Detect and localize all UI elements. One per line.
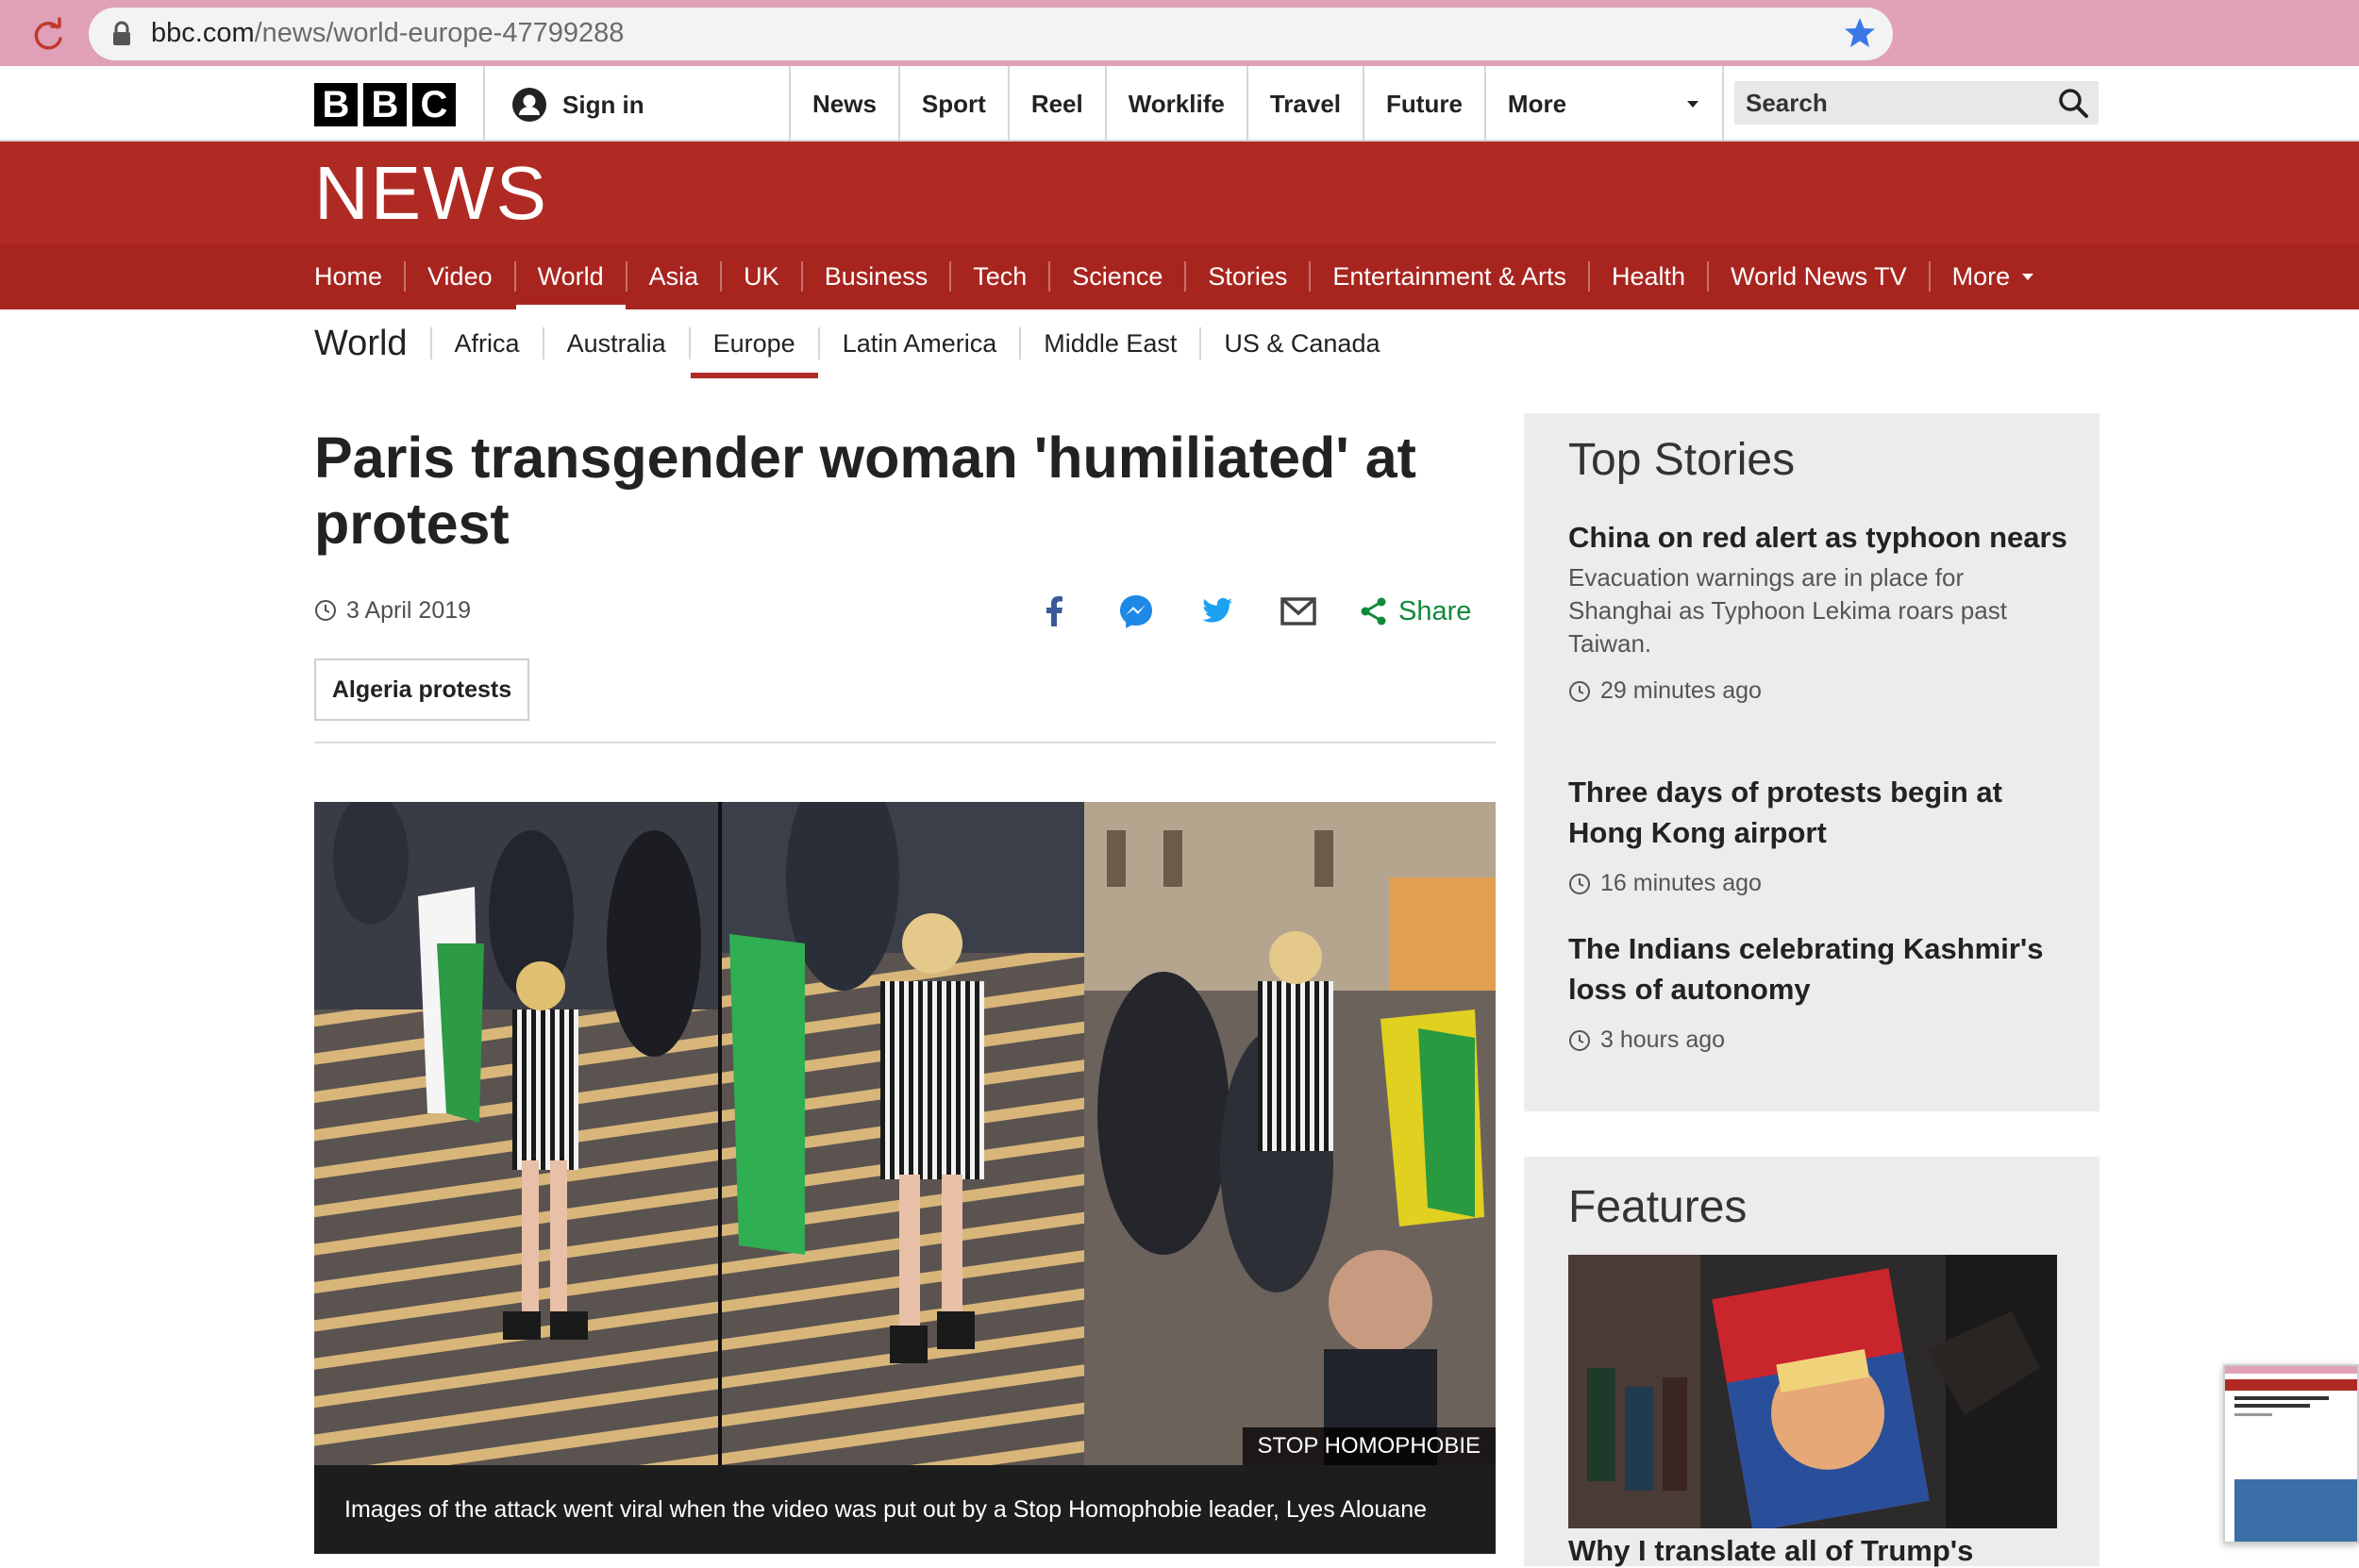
- date-text: 3 April 2019: [346, 596, 472, 624]
- news-nav-business[interactable]: Business: [800, 261, 950, 292]
- news-nav-stories[interactable]: Stories: [1184, 261, 1309, 292]
- subnav-latin-america[interactable]: Latin America: [817, 327, 1020, 359]
- top-story-item[interactable]: The Indians celebrating Kashmir's loss o…: [1568, 928, 2068, 1054]
- url-text[interactable]: bbc.com/news/world-europe-47799288: [151, 11, 624, 55]
- news-nav-more[interactable]: More: [1928, 261, 2059, 292]
- clock-icon: [315, 600, 336, 621]
- news-nav-uk[interactable]: UK: [720, 261, 801, 292]
- image-caption: Images of the attack went viral when the…: [314, 1465, 1496, 1554]
- bookmark-star-icon[interactable]: [1842, 15, 1878, 51]
- global-nav-sport[interactable]: Sport: [897, 66, 1008, 142]
- sign-in-label: Sign in: [562, 90, 644, 119]
- caret-down-icon: [1686, 101, 1698, 108]
- global-nav-future[interactable]: Future: [1363, 66, 1484, 142]
- clock-icon: [1569, 1029, 1590, 1051]
- global-nav-more-label: More: [1507, 89, 1567, 118]
- top-story-title[interactable]: The Indians celebrating Kashmir's loss o…: [1568, 928, 2068, 1009]
- share-tools: Share: [1034, 591, 1471, 632]
- news-nav-video[interactable]: Video: [404, 261, 514, 292]
- top-story-time: 29 minutes ago: [1568, 677, 2068, 705]
- share-label: Share: [1398, 595, 1472, 626]
- bbc-logo-letter: B: [363, 83, 407, 126]
- news-nav-asia[interactable]: Asia: [625, 261, 721, 292]
- top-story-summary: Evacuation warnings are in place for Sha…: [1568, 563, 2007, 658]
- clock-icon: [1569, 873, 1590, 894]
- divider: [483, 66, 485, 142]
- news-nav: Home Video World Asia UK Business Tech S…: [314, 243, 2059, 310]
- top-story-time: 16 minutes ago: [1568, 870, 2068, 897]
- top-story-item[interactable]: China on red alert as typhoon nears Evac…: [1568, 517, 2068, 705]
- time-text: 16 minutes ago: [1600, 870, 1762, 896]
- top-stories-panel: Top Stories China on red alert as typhoo…: [1524, 413, 2100, 1111]
- clock-icon: [1569, 680, 1590, 702]
- messenger-icon[interactable]: [1115, 591, 1157, 632]
- news-nav-tech[interactable]: Tech: [949, 261, 1048, 292]
- share-icon: [1361, 597, 1386, 626]
- page-thumbnail-image: [2225, 1366, 2357, 1542]
- protest-collage-image: [314, 802, 1496, 1465]
- section-subnav: World Africa Australia Europe Latin Amer…: [314, 317, 1402, 378]
- divider: [314, 742, 1496, 743]
- url-domain: bbc.com: [151, 18, 255, 48]
- share-button[interactable]: Share: [1359, 596, 1471, 627]
- news-nav-science[interactable]: Science: [1048, 261, 1184, 292]
- search-input[interactable]: Search: [1734, 81, 2099, 125]
- section-title[interactable]: World: [314, 324, 430, 364]
- top-story-item[interactable]: Three days of protests begin at Hong Kon…: [1568, 772, 2068, 897]
- news-nav-health[interactable]: Health: [1588, 261, 1707, 292]
- article-photo: STOP HOMOPHOBIE: [314, 802, 1496, 1465]
- news-nav-entertainment[interactable]: Entertainment & Arts: [1309, 261, 1588, 292]
- magazine-photo-image: [1568, 1255, 2057, 1528]
- top-story-title[interactable]: China on red alert as typhoon nears: [1568, 517, 2068, 558]
- topic-tag-button[interactable]: Algeria protests: [314, 659, 529, 721]
- reload-icon[interactable]: [26, 13, 70, 57]
- feature-image[interactable]: [1568, 1255, 2057, 1528]
- news-nav-home[interactable]: Home: [314, 261, 404, 292]
- time-text: 3 hours ago: [1600, 1026, 1726, 1053]
- subnav-middle-east[interactable]: Middle East: [1019, 327, 1199, 359]
- subnav-us-canada[interactable]: US & Canada: [1199, 327, 1402, 359]
- bbc-logo[interactable]: B B C: [314, 83, 456, 126]
- floating-screenshot-thumbnail[interactable]: [2223, 1364, 2359, 1543]
- top-story-title[interactable]: Three days of protests begin at Hong Kon…: [1568, 772, 2068, 853]
- search-icon[interactable]: [2057, 87, 2089, 119]
- top-story-time: 3 hours ago: [1568, 1026, 2068, 1054]
- top-stories-title: Top Stories: [1568, 435, 1796, 485]
- news-nav-more-label: More: [1951, 261, 2011, 291]
- article-date: 3 April 2019: [314, 596, 471, 625]
- subnav-australia[interactable]: Australia: [542, 327, 689, 359]
- global-nav-worklife[interactable]: Worklife: [1104, 66, 1246, 142]
- subnav-africa[interactable]: Africa: [429, 327, 543, 359]
- article-headline: Paris transgender woman 'humiliated' at …: [314, 425, 1416, 556]
- global-nav-links: News Sport Reel Worklife Travel Future M…: [789, 66, 1724, 142]
- feature-story-title[interactable]: Why I translate all of Trump's: [1568, 1534, 1973, 1568]
- search-label: Search: [1746, 89, 1828, 117]
- news-nav-world-news-tv[interactable]: World News TV: [1707, 261, 1929, 292]
- features-title: Features: [1568, 1182, 1748, 1232]
- global-nav-travel[interactable]: Travel: [1246, 66, 1363, 142]
- time-text: 29 minutes ago: [1600, 677, 1762, 704]
- facebook-icon[interactable]: [1034, 591, 1076, 632]
- global-nav-more[interactable]: More: [1483, 66, 1724, 142]
- image-credit: STOP HOMOPHOBIE: [1242, 1427, 1496, 1465]
- email-icon[interactable]: [1278, 591, 1319, 632]
- news-logo[interactable]: NEWS: [314, 156, 548, 231]
- features-panel: Features Why I translate all of Trump's: [1524, 1157, 2100, 1568]
- bbc-logo-letter: B: [314, 83, 358, 126]
- user-icon: [512, 88, 546, 122]
- global-nav-news[interactable]: News: [789, 66, 898, 142]
- twitter-icon[interactable]: [1196, 591, 1238, 632]
- bbc-logo-letter: C: [412, 83, 456, 126]
- news-nav-world[interactable]: World: [513, 261, 626, 310]
- lock-icon[interactable]: [111, 21, 132, 47]
- subnav-europe[interactable]: Europe: [688, 327, 818, 378]
- sign-in-link[interactable]: Sign in: [511, 83, 644, 126]
- url-path: /news/world-europe-47799288: [254, 18, 625, 48]
- caret-down-icon: [2022, 274, 2034, 280]
- global-nav-reel[interactable]: Reel: [1007, 66, 1105, 142]
